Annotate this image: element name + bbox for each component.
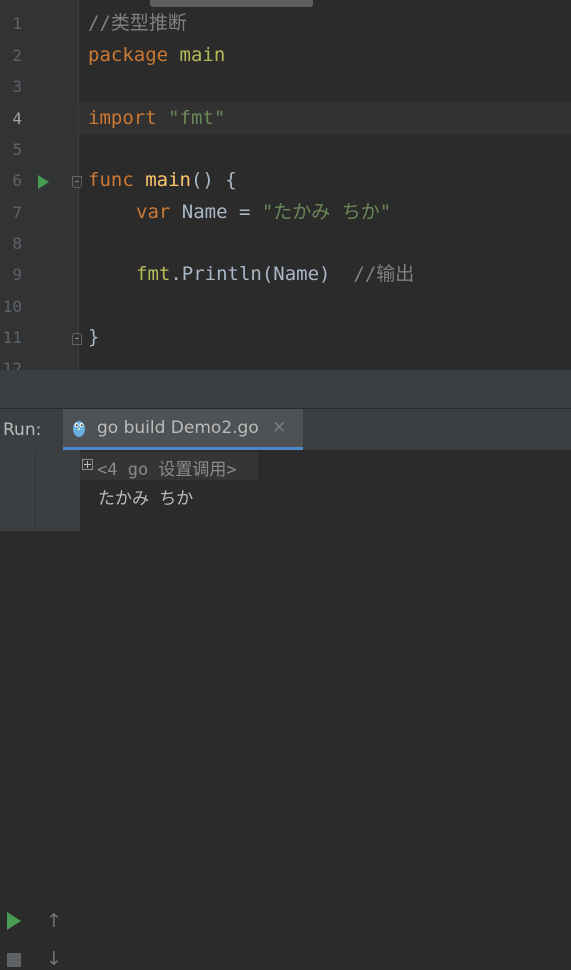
code-editor[interactable]: 1 2 3 4 5 6 7 8 9 10 11 12 //类型推断 packag… [0, 0, 571, 370]
toolbar-divider [35, 450, 36, 531]
gopher-icon [73, 421, 85, 437]
code-line-9: fmt.Println(Name) //输出 [136, 259, 414, 290]
run-tab[interactable]: go build Demo2.go × [63, 409, 303, 450]
variable-decl: Name = [170, 201, 262, 223]
line-number: 6 [12, 171, 22, 190]
keyword-package: package [88, 44, 169, 66]
line-number: 2 [12, 46, 22, 65]
code-line-11: } [88, 322, 99, 353]
run-tab-label: go build Demo2.go [97, 418, 259, 438]
call-args: (Name) [261, 263, 354, 285]
code-line-6: func main() { [88, 165, 237, 196]
comment: //类型推断 [88, 12, 187, 34]
dot: . [170, 263, 182, 285]
up-arrow-icon[interactable]: ↑ [46, 910, 62, 932]
function-name: main [145, 169, 191, 191]
editor-bottom-area [0, 370, 571, 408]
run-toolbar: ↑ ↓ [0, 450, 80, 970]
code-line-2: package main [88, 40, 225, 71]
run-label: Run: [3, 420, 42, 440]
code-line-7: var Name = "たかみ ちか" [136, 197, 391, 228]
code-line-1: //类型推断 [88, 8, 187, 39]
function-signature: () { [190, 169, 237, 191]
console-output[interactable]: <4 go 设置调用> たかみ ちか [80, 450, 571, 531]
keyword-func: func [88, 169, 134, 191]
line-number: 7 [12, 203, 22, 222]
rerun-button[interactable] [7, 912, 21, 930]
fold-end-icon[interactable] [72, 333, 82, 345]
line-number: 10 [2, 297, 22, 316]
closing-brace: } [88, 326, 100, 348]
keyword-import: import [88, 107, 157, 129]
package-name: main [179, 44, 226, 66]
expand-icon[interactable] [82, 459, 93, 470]
stop-button[interactable] [7, 953, 21, 967]
code-line-4: import "fmt" [88, 103, 225, 134]
line-number-active: 4 [12, 109, 22, 128]
line-number: 1 [12, 14, 22, 33]
run-gutter-icon[interactable] [38, 175, 49, 189]
fold-start-icon[interactable] [72, 176, 82, 188]
line-number: 11 [2, 328, 22, 347]
line-number: 8 [12, 234, 22, 253]
string-literal: "たかみ ちか" [261, 201, 392, 223]
command-line-row[interactable]: <4 go 设置调用> [80, 452, 258, 480]
line-number: 9 [12, 265, 22, 284]
horizontal-scrollbar[interactable] [150, 0, 313, 7]
line-number: 12 [2, 359, 22, 370]
line-number: 5 [12, 140, 22, 159]
import-path: "fmt" [168, 107, 226, 129]
method-call: Println [181, 263, 262, 285]
close-icon[interactable]: × [272, 417, 286, 437]
command-line-text: <4 go 设置调用> [97, 460, 237, 480]
down-arrow-icon[interactable]: ↓ [46, 948, 62, 970]
package-ref: fmt [136, 263, 171, 285]
line-number: 3 [12, 77, 22, 96]
run-panel-header: Run: go build Demo2.go × [0, 408, 571, 450]
program-output: たかみ ちか [98, 489, 194, 509]
keyword-var: var [136, 201, 171, 223]
comment: //输出 [353, 263, 415, 285]
